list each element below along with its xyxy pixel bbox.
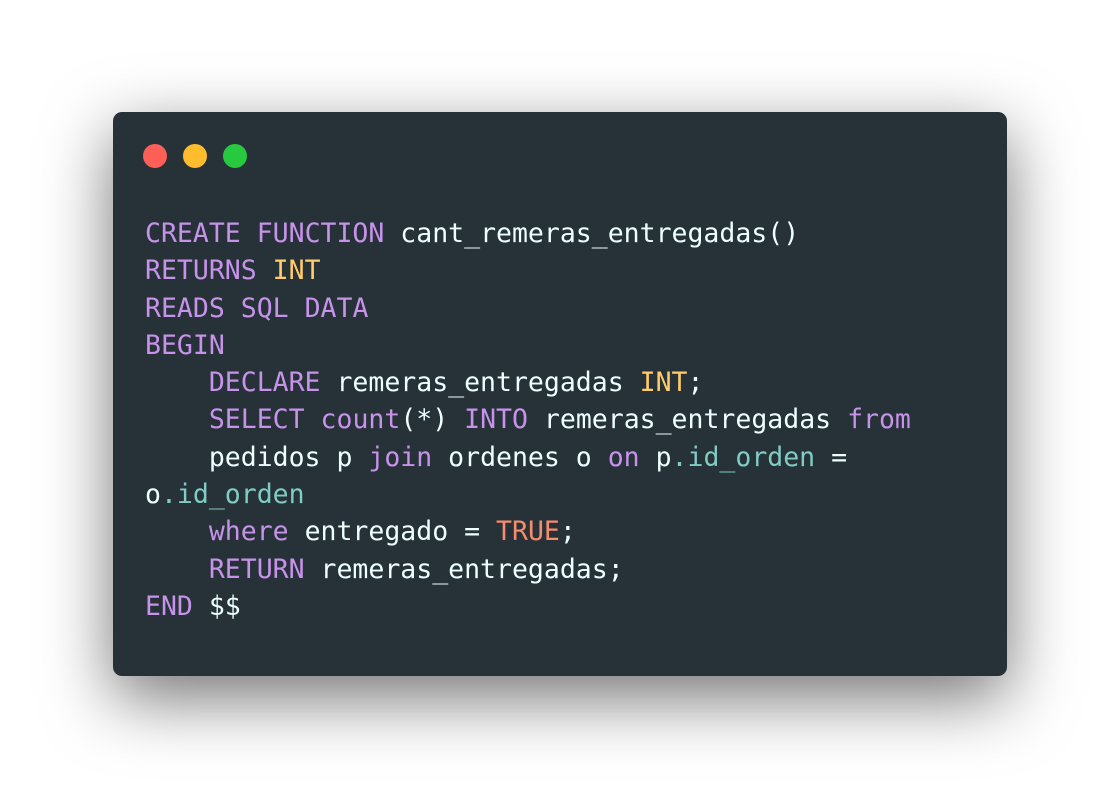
code-token-text: (*) [400,404,465,436]
code-token-keyword: INTO [464,404,528,436]
code-token-keyword: SELECT [208,404,305,436]
code-token-text: remeras_entregadas; [304,553,624,585]
code-line: SELECT count(*) INTO remeras_entregadas … [145,401,911,438]
code-token-text: ; [687,367,704,399]
code-window: CREATE FUNCTION cant_remeras_entregadas(… [113,112,1007,676]
code-token-text: ; [559,516,576,548]
code-token-text: = [815,441,848,473]
code-token-literal: TRUE [496,516,560,548]
code-token-text: ordenes o [432,441,608,473]
code-token-text: remeras_entregadas [320,367,640,399]
code-token-property: .id_orden [671,441,816,473]
code-line: BEGIN [145,327,911,364]
code-line: o.id_orden [145,476,911,513]
code-line: CREATE FUNCTION cant_remeras_entregadas(… [145,215,911,252]
code-line: where entregado = TRUE; [145,513,911,550]
code-token-keyword: SQL [240,292,289,324]
code-line: RETURNS INT [145,252,911,289]
code-token-text: o [145,479,161,511]
code-token-type: INT [639,367,688,399]
code-line: pedidos p join ordenes o on p.id_orden = [145,439,911,476]
code-token-keyword: CREATE [145,218,241,249]
code-line: END $$ [145,588,911,625]
code-token-keyword: RETURN [208,553,305,585]
code-token-keyword: join [368,441,433,473]
code-token-text: pedidos p [145,441,369,473]
code-token-keyword: where [208,516,289,548]
code-token-text: cant_remeras_entregadas() [384,218,800,249]
code-line: DECLARE remeras_entregadas INT; [145,364,911,401]
code-token-type: INT [272,255,321,287]
code-token-text: entregado = [288,516,497,548]
code-token-keyword: BEGIN [145,329,225,361]
minimize-dot-icon[interactable] [183,144,207,168]
code-token-text: p [639,441,672,473]
code-token-keyword: RETURNS [145,255,257,287]
code-line: READS SQL DATA [145,290,911,327]
code-line: RETURN remeras_entregadas; [145,551,911,588]
code-token-text: $$ [192,590,241,622]
code-token-keyword: END [145,590,193,622]
maximize-dot-icon[interactable] [223,144,247,168]
code-token-keyword: FUNCTION [256,218,385,249]
code-token-keyword: DECLARE [208,367,321,399]
code-token-keyword: on [607,441,640,473]
code-token-keyword: DATA [304,292,369,324]
code-block: CREATE FUNCTION cant_remeras_entregadas(… [145,215,911,625]
code-token-property: .id_orden [160,479,305,511]
code-token-keyword: count [320,404,401,436]
code-token-keyword: READS [145,292,225,324]
code-token-keyword: from [847,404,911,436]
close-dot-icon[interactable] [143,144,167,168]
code-token-text: remeras_entregadas [527,404,848,436]
